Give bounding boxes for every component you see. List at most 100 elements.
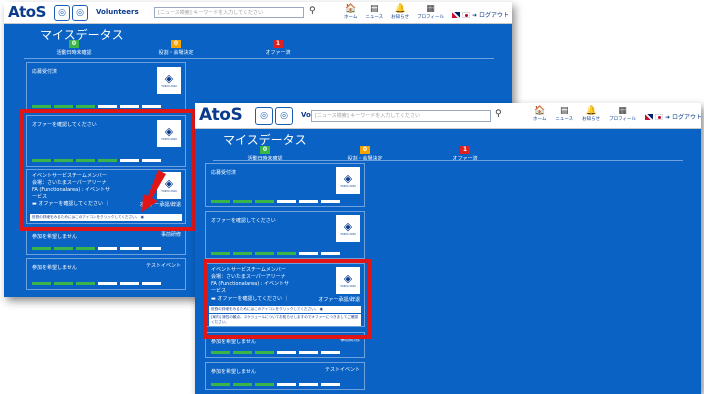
step-done — [211, 252, 230, 255]
step-pending — [299, 351, 318, 354]
card-status: テストイベント — [324, 367, 360, 373]
atos-logo[interactable]: AtoS — [8, 3, 46, 21]
nav-profile-label: プロフィール — [417, 15, 444, 20]
card-applied[interactable]: 応募受付済 ◈ TOKYO 2020 — [205, 163, 365, 207]
step-pending — [98, 247, 117, 250]
progress-steps — [211, 383, 340, 386]
nav-home-label: ホーム — [344, 15, 358, 20]
step-pending — [142, 247, 161, 250]
search-icon[interactable]: ⚲ — [309, 6, 316, 16]
step-done — [233, 252, 252, 255]
nav-notices-label: お知らせ — [582, 117, 601, 122]
stat-unconfirmed[interactable]: 0 活動日時未確認 — [44, 40, 104, 56]
stat-role-decided[interactable]: 0 役割・会場決定 — [146, 40, 206, 56]
step-done — [233, 383, 252, 386]
card-not-participating-test-event[interactable]: 参加を希望しません テストイベント — [26, 258, 186, 290]
screenshot-front: AtoS ◎ ◎ Volunteers [ニュース検索] キーワードを入力してく… — [195, 103, 701, 394]
step-pending — [299, 200, 318, 203]
progress-steps — [32, 247, 161, 250]
nav-home[interactable]: 🏠 ホーム — [344, 4, 357, 21]
status-summary: 0 活動日時未確認 0 役割・会場決定 1 オファー済 — [44, 40, 308, 56]
step-done — [233, 200, 252, 203]
japanese-flag-icon[interactable] — [462, 11, 470, 18]
nav-notices-label: お知らせ — [391, 15, 410, 20]
nav-home[interactable]: 🏠 ホーム — [533, 106, 546, 123]
search-input[interactable]: [ニュース検索] キーワードを入力してください — [154, 7, 304, 18]
search-icon[interactable]: ⚲ — [495, 109, 502, 119]
step-done — [211, 383, 230, 386]
step-done — [233, 351, 252, 354]
search-input[interactable]: [ニュース検索] キーワードを入力してください — [311, 110, 491, 122]
stat-offered[interactable]: 1 オファー済 — [248, 40, 308, 56]
step-done — [54, 247, 73, 250]
highlight-box — [203, 259, 371, 339]
crest-caption: TOKYO 2020 — [340, 233, 356, 236]
olympic-emblem-icon: ◎ — [255, 107, 273, 125]
step-done — [76, 282, 95, 285]
card-not-participating-test-event[interactable]: 参加を希望しません テストイベント — [205, 362, 365, 390]
step-done — [32, 247, 51, 250]
news-icon: ▤ — [370, 4, 379, 14]
top-bar: AtoS ◎ ◎ Volunteers [ニュース検索] キーワードを入力してく… — [195, 103, 701, 129]
progress-steps — [32, 282, 161, 285]
count-badge: 0 — [259, 146, 271, 154]
card-status: 事前研修 — [160, 232, 181, 238]
tokyo2020-emblem-icon: ◈ TOKYO 2020 — [157, 67, 181, 94]
step-done — [211, 351, 230, 354]
nav-news[interactable]: ▤ ニュース — [555, 106, 573, 123]
nav-notices[interactable]: 🔔 お知らせ — [582, 106, 600, 123]
tokyo2020-emblem-icon: ◈ TOKYO 2020 — [336, 215, 360, 242]
step-done — [277, 252, 296, 255]
card-title: 応募受付済 — [211, 170, 237, 176]
home-icon: 🏠 — [534, 106, 546, 116]
language-switch[interactable]: ➜ ログアウト — [452, 10, 509, 19]
step-pending — [120, 247, 139, 250]
card-not-participating-training[interactable]: 参加を希望しません 事前研修 — [26, 227, 186, 255]
progress-steps — [211, 351, 340, 354]
japanese-flag-icon[interactable] — [655, 113, 663, 120]
step-done — [255, 252, 274, 255]
language-switch[interactable]: ➜ ログアウト — [645, 112, 701, 121]
nav-profile[interactable]: ▦ プロフィール — [609, 106, 636, 123]
logout-link[interactable]: ➜ ログアウト — [472, 10, 509, 19]
step-pending — [299, 383, 318, 386]
english-flag-icon[interactable] — [645, 113, 653, 120]
count-badge: 0 — [68, 40, 80, 48]
logout-link[interactable]: ➜ ログアウト — [665, 112, 701, 121]
step-done — [255, 200, 274, 203]
nav-news[interactable]: ▤ ニュース — [365, 4, 383, 21]
bell-icon: 🔔 — [585, 106, 597, 116]
crest-caption: TOKYO 2020 — [340, 185, 356, 188]
atos-logo[interactable]: AtoS — [199, 105, 243, 125]
step-pending — [277, 200, 296, 203]
stat-label: 活動日時未確認 — [56, 50, 92, 56]
header-nav: 🏠 ホーム ▤ ニュース 🔔 お知らせ ▦ プロフィール ➜ ログアウト — [344, 4, 509, 21]
english-flag-icon[interactable] — [452, 11, 460, 18]
progress-steps — [211, 200, 340, 203]
card-offer-confirm[interactable]: オファーを確認してください ◈ TOKYO 2020 — [205, 211, 365, 259]
top-bar: AtoS ◎ ◎ Volunteers [ニュース検索] キーワードを入力してく… — [4, 2, 512, 24]
step-pending — [277, 383, 296, 386]
card-applied[interactable]: 応募受付済 ◈ TOKYO 2020 — [26, 62, 186, 112]
count-badge: 0 — [359, 146, 371, 154]
tokyo2020-emblem-icon: ◈ TOKYO 2020 — [336, 167, 360, 194]
nav-profile-label: プロフィール — [609, 117, 636, 122]
step-pending — [321, 200, 340, 203]
bell-icon: 🔔 — [394, 4, 406, 14]
games-emblems: ◎ ◎ — [54, 5, 88, 21]
nav-notices[interactable]: 🔔 お知らせ — [391, 4, 409, 21]
nav-profile[interactable]: ▦ プロフィール — [417, 4, 444, 21]
profile-icon: ▦ — [426, 4, 435, 14]
step-done — [76, 247, 95, 250]
crest-caption: TOKYO 2020 — [161, 85, 177, 88]
volunteers-label: Volunteers — [96, 8, 139, 16]
card-title: 応募受付済 — [32, 69, 58, 75]
step-pending — [277, 351, 296, 354]
card-status: テストイベント — [145, 263, 181, 269]
home-icon: 🏠 — [345, 4, 357, 14]
step-pending — [120, 282, 139, 285]
games-emblems: ◎ ◎ — [255, 107, 293, 125]
paralympic-emblem-icon: ◎ — [275, 107, 293, 125]
step-done — [32, 282, 51, 285]
stat-label: オファー済 — [265, 50, 291, 56]
